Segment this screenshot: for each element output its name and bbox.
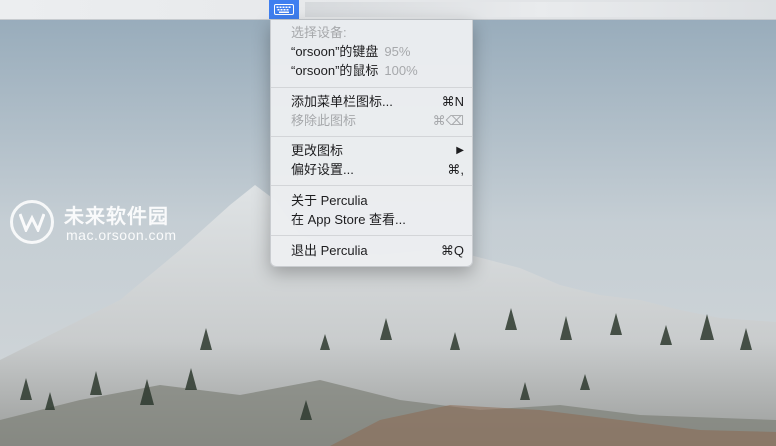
watermark-logo-icon — [10, 200, 54, 244]
battery-level: 100% — [384, 63, 418, 78]
shortcut: ⌘Q — [440, 243, 464, 258]
watermark-subtitle: mac.orsoon.com — [66, 227, 177, 243]
watermark-title: 未来软件园 — [64, 206, 169, 228]
device-name: “orsoon”的键盘 — [291, 44, 379, 59]
menu-item-keyboard-device[interactable]: “orsoon”的键盘 95% — [291, 43, 464, 61]
menu-separator — [271, 185, 472, 186]
menu-item-remove-icon: 移除此图标 ⌘⌫ — [291, 113, 464, 128]
keyboard-icon — [274, 4, 294, 15]
menu-separator — [271, 235, 472, 236]
shortcut: ⌘⌫ — [432, 113, 464, 128]
menu-item-about[interactable]: 关于 Perculia — [291, 192, 464, 210]
shortcut: ⌘N — [441, 94, 464, 109]
device-name: “orsoon”的鼠标 — [291, 63, 379, 78]
keyboard-status-icon[interactable] — [269, 0, 299, 19]
battery-level: 95% — [384, 44, 411, 59]
menu-item-change-icon[interactable]: 更改图标 ▶ — [291, 142, 464, 160]
menu-item-preferences[interactable]: 偏好设置... ⌘, — [291, 161, 464, 179]
menu-item-quit[interactable]: 退出 Perculia ⌘Q — [291, 242, 464, 260]
menu-item-app-store[interactable]: 在 App Store 查看... — [291, 211, 464, 229]
submenu-arrow-icon: ▶ — [456, 145, 464, 156]
menu-item-mouse-device[interactable]: “orsoon”的鼠标 100% — [291, 62, 464, 80]
status-dropdown-menu: 选择设备: “orsoon”的键盘 95% “orsoon”的鼠标 100% 添加菜… — [270, 20, 473, 267]
shortcut: ⌘, — [447, 162, 464, 177]
watermark: 未来软件园 mac.orsoon.com — [10, 200, 210, 250]
devices-section-header: 选择设备: — [291, 25, 347, 40]
menu-separator — [271, 136, 472, 137]
menu-bar — [0, 0, 776, 20]
menu-separator — [271, 87, 472, 88]
menu-item-add-menubar-icon[interactable]: 添加菜单栏图标... ⌘N — [291, 93, 464, 111]
menu-bar-blurred-area — [305, 2, 776, 17]
